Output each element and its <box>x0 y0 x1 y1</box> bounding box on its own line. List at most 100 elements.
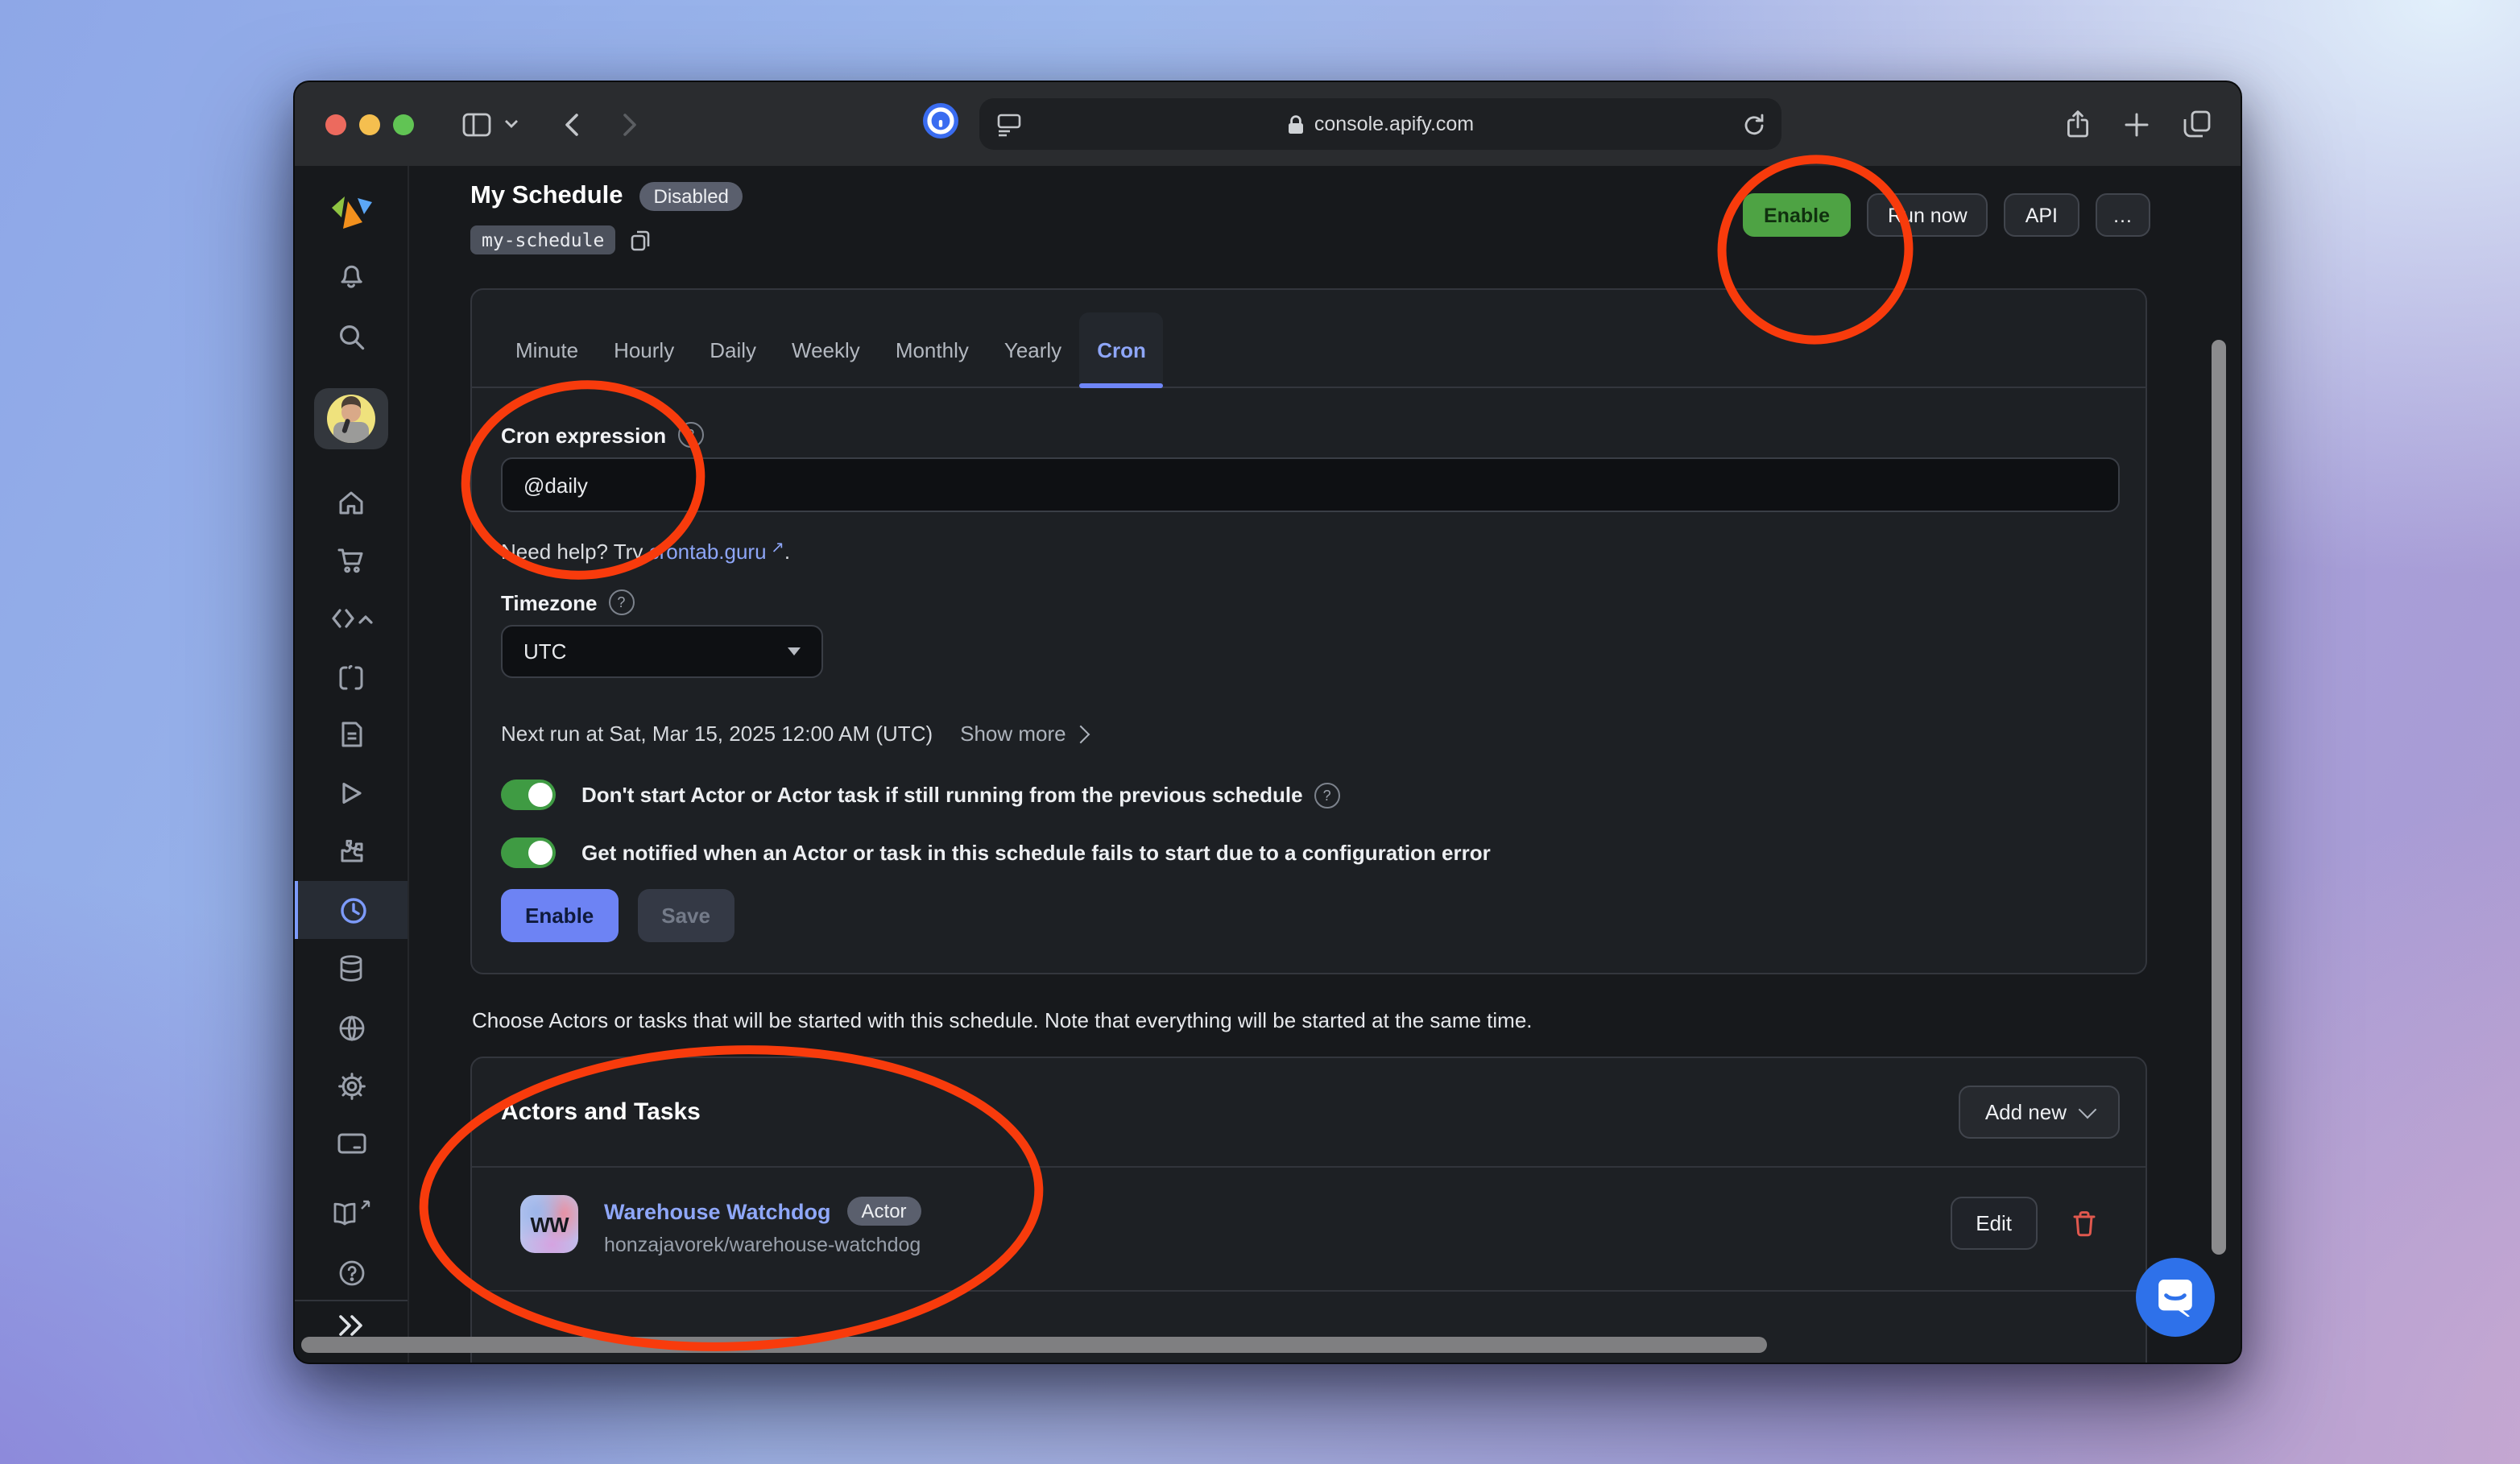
browser-toolbar: console.apify.com <box>295 82 2241 167</box>
home-icon <box>337 488 366 517</box>
intercom-icon <box>2136 1258 2215 1337</box>
forward-icon[interactable] <box>622 112 638 136</box>
back-icon[interactable] <box>564 112 580 136</box>
timezone-label: Timezone <box>501 590 597 614</box>
1password-icon[interactable] <box>921 101 960 147</box>
sidebar-item-actors[interactable] <box>295 649 408 707</box>
chevron-right-icon <box>1071 725 1090 743</box>
zoom-window-button[interactable] <box>393 114 414 134</box>
enable-button-form[interactable]: Enable <box>501 889 618 942</box>
double-chevron-right-icon <box>337 1314 366 1337</box>
edit-button[interactable]: Edit <box>1950 1197 2038 1250</box>
desktop: console.apify.com <box>0 0 2520 1464</box>
timezone-value: UTC <box>523 639 566 664</box>
tab-overview-icon[interactable] <box>2183 110 2212 139</box>
sidebar-toggle-icon[interactable] <box>462 112 491 136</box>
enable-button-header[interactable]: Enable <box>1743 193 1851 237</box>
sidebar-item-proxy[interactable] <box>295 999 408 1057</box>
help-icon[interactable]: ? <box>608 589 634 615</box>
sidebar-item-settings[interactable] <box>295 1057 408 1115</box>
schedule-type-tabs: Minute Hourly Daily Weekly Monthly Yearl… <box>472 312 2146 388</box>
reload-icon[interactable] <box>1743 112 1765 136</box>
card-divider <box>472 1166 2146 1168</box>
tab-weekly[interactable]: Weekly <box>774 312 878 387</box>
help-icon[interactable]: ? <box>677 422 703 448</box>
horizontal-scrollbar[interactable] <box>301 1337 1767 1353</box>
chevron-down-icon <box>2079 1101 2097 1119</box>
help-circle-icon <box>336 1257 366 1288</box>
save-button[interactable]: Save <box>637 889 734 942</box>
close-window-button[interactable] <box>325 114 346 134</box>
play-icon <box>338 779 364 806</box>
card-divider <box>472 1290 2146 1292</box>
crontab-guru-link[interactable]: crontab.guru <box>649 540 767 564</box>
tab-yearly[interactable]: Yearly <box>987 312 1079 387</box>
app-sidebar <box>295 166 409 1363</box>
gear-icon <box>336 1070 366 1101</box>
copy-icon[interactable] <box>628 228 652 252</box>
vertical-scrollbar[interactable] <box>2212 340 2226 1255</box>
cart-icon <box>336 546 366 575</box>
actors-icon <box>337 664 366 693</box>
toggle-dont-start-label: Don't start Actor or Actor task if still… <box>581 783 1303 807</box>
minimize-window-button[interactable] <box>359 114 380 134</box>
external-link-icon: ↗ <box>767 540 784 557</box>
avatar <box>327 395 375 443</box>
sidebar-item-schedules[interactable] <box>295 881 408 939</box>
apify-logo[interactable] <box>295 184 408 242</box>
chevron-down-icon[interactable] <box>504 119 519 129</box>
sidebar-item-documentation[interactable] <box>295 1185 408 1243</box>
cron-expression-input[interactable]: @daily <box>501 457 2120 512</box>
sidebar-item-runs[interactable] <box>295 763 408 821</box>
schedule-id: my-schedule <box>470 225 615 254</box>
database-icon <box>337 953 366 983</box>
page-title: My Schedule <box>470 182 623 211</box>
main-content: My Schedule Disabled my-schedule Enable … <box>409 166 2241 1363</box>
toggle-notify[interactable] <box>501 837 556 868</box>
sidebar-item-storage[interactable] <box>295 939 408 997</box>
sidebar-item-search[interactable] <box>295 308 408 366</box>
chat-bubble-button[interactable] <box>2136 1258 2215 1345</box>
tab-minute[interactable]: Minute <box>498 312 596 387</box>
show-more-button[interactable]: Show more <box>960 722 1087 746</box>
sidebar-item-account[interactable] <box>295 387 408 451</box>
credit-card-icon <box>336 1131 366 1156</box>
status-badge: Disabled <box>639 182 743 211</box>
sidebar-item-store[interactable] <box>295 531 408 589</box>
sidebar-item-integrations[interactable] <box>295 821 408 879</box>
sidebar-item-help[interactable] <box>295 1243 408 1301</box>
schedule-settings-card: Minute Hourly Daily Weekly Monthly Yearl… <box>470 288 2147 974</box>
share-icon[interactable] <box>2065 110 2091 139</box>
actor-type-badge: Actor <box>847 1197 921 1226</box>
sidebar-item-billing[interactable] <box>295 1115 408 1172</box>
tab-monthly[interactable]: Monthly <box>878 312 987 387</box>
sidebar-item-notifications[interactable] <box>295 246 408 304</box>
more-actions-button[interactable]: … <box>2095 193 2150 237</box>
sidebar-item-home[interactable] <box>295 474 408 531</box>
tab-daily[interactable]: Daily <box>692 312 774 387</box>
run-now-button[interactable]: Run now <box>1867 193 1988 237</box>
tab-hourly[interactable]: Hourly <box>596 312 692 387</box>
document-icon <box>337 720 365 749</box>
browser-window: console.apify.com <box>293 81 2242 1364</box>
add-new-button[interactable]: Add new <box>1959 1086 2120 1139</box>
toggle-dont-start[interactable] <box>501 780 556 810</box>
actor-avatar: WW <box>520 1195 578 1253</box>
timezone-select[interactable]: UTC <box>501 625 823 678</box>
tab-cron[interactable]: Cron <box>1079 312 1164 387</box>
actor-name-link[interactable]: Warehouse Watchdog <box>604 1199 831 1223</box>
sidebar-item-saved-tasks[interactable] <box>295 705 408 763</box>
trash-icon[interactable] <box>2071 1210 2097 1247</box>
sidebar-item-development[interactable] <box>295 589 408 647</box>
actors-description: Choose Actors or tasks that will be star… <box>472 1008 1533 1032</box>
api-button[interactable]: API <box>2005 193 2079 237</box>
caret-down-icon <box>788 647 801 655</box>
actors-and-tasks-card: Actors and Tasks Add new WW Warehouse Wa… <box>470 1057 2147 1364</box>
new-tab-icon[interactable] <box>2125 112 2149 136</box>
address-bar[interactable]: console.apify.com <box>979 98 1781 150</box>
globe-icon <box>336 1012 366 1043</box>
reader-icon[interactable] <box>995 111 1023 137</box>
add-new-label: Add new <box>1985 1100 2067 1124</box>
help-icon[interactable]: ? <box>1314 782 1340 808</box>
lock-icon <box>1287 114 1305 134</box>
